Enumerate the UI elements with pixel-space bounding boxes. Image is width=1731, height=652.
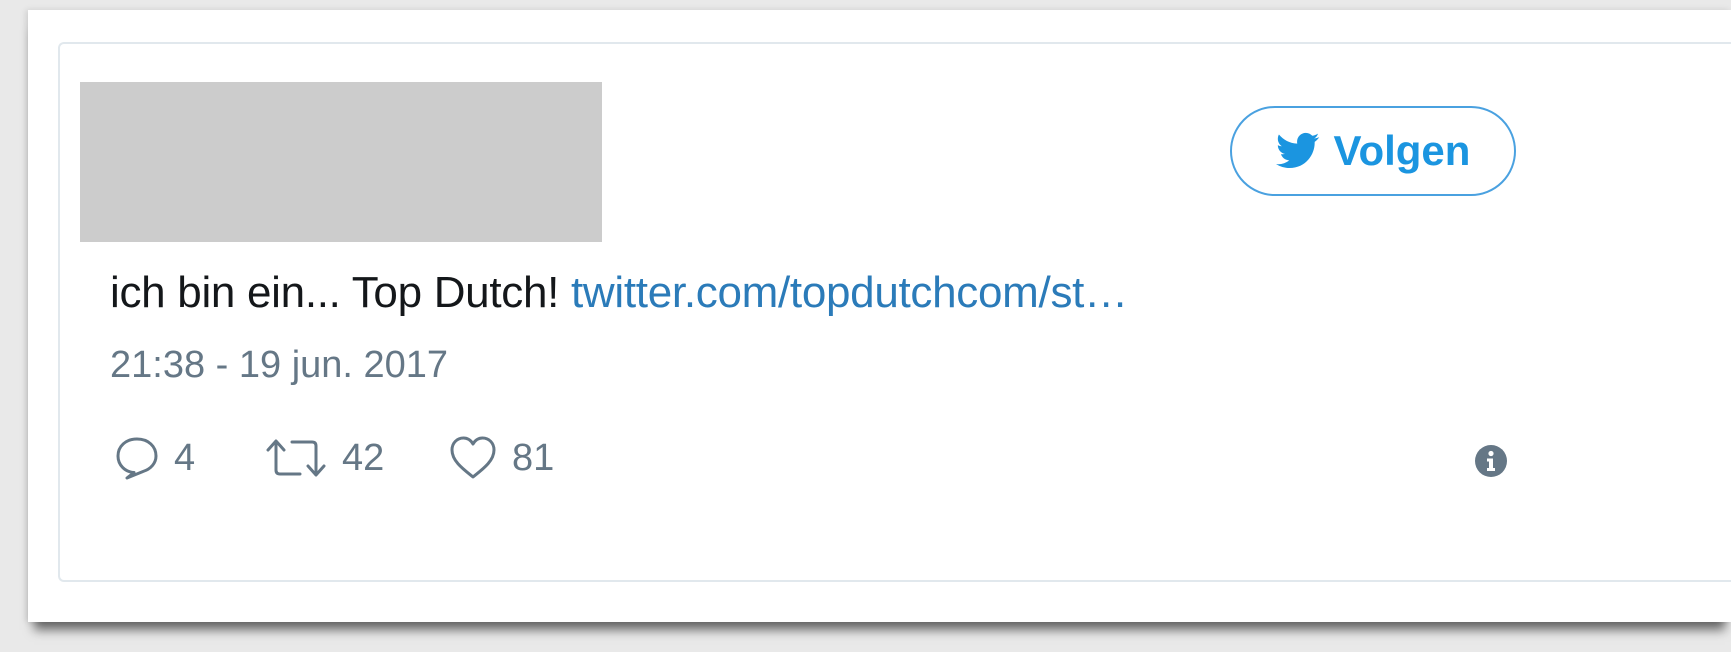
info-icon[interactable] xyxy=(1474,444,1508,478)
follow-button[interactable]: Volgen xyxy=(1230,106,1516,196)
reply-button[interactable]: 4 xyxy=(114,432,195,484)
tweet-link[interactable]: twitter.com/topdutchcom/st… xyxy=(571,268,1128,317)
author-redacted-block xyxy=(80,82,602,242)
heart-icon xyxy=(448,435,498,481)
reply-icon xyxy=(114,435,160,481)
retweet-button[interactable]: 42 xyxy=(264,432,384,484)
tweet-body-text: ich bin ein... Top Dutch! xyxy=(110,268,571,317)
follow-label: Volgen xyxy=(1333,127,1471,174)
like-button[interactable]: 81 xyxy=(448,432,554,484)
retweet-icon xyxy=(264,436,328,480)
tweet-text: ich bin ein... Top Dutch! twitter.com/to… xyxy=(110,268,1128,318)
like-count: 81 xyxy=(512,436,555,479)
tweet-timestamp[interactable]: 21:38 - 19 jun. 2017 xyxy=(110,344,448,387)
reply-count: 4 xyxy=(174,436,196,479)
retweet-count: 42 xyxy=(342,436,385,479)
twitter-bird-icon xyxy=(1275,131,1320,171)
